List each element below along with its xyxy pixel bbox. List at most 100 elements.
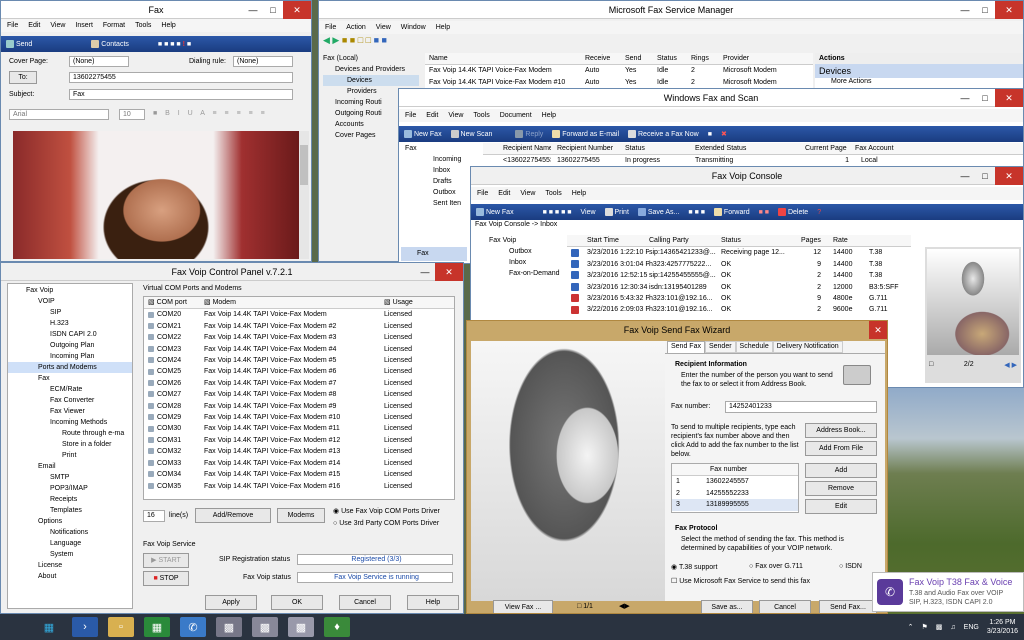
- tree-item[interactable]: Store in a folder: [8, 439, 132, 450]
- scanner-icon[interactable]: ▩: [216, 617, 242, 637]
- col-com-port[interactable]: ▧ COM port: [144, 297, 204, 308]
- menu-tools[interactable]: Tools: [545, 187, 561, 200]
- maximize-button[interactable]: □: [263, 1, 283, 19]
- tab-delivery-notification[interactable]: Delivery Notification: [772, 341, 843, 353]
- menu-help[interactable]: Help: [572, 187, 586, 200]
- port-row[interactable]: COM24 Fax Voip 14.4K TAPI Voice-Fax Modem…: [144, 355, 454, 366]
- maximize-button[interactable]: □: [975, 167, 995, 185]
- menu-action[interactable]: Action: [346, 21, 365, 34]
- col-status[interactable]: Status: [625, 143, 695, 154]
- minimize-button[interactable]: —: [955, 89, 975, 107]
- forward-button[interactable]: Forward: [713, 208, 750, 216]
- col-modem[interactable]: ▧ Modem: [204, 297, 384, 308]
- tree-item[interactable]: License: [8, 560, 132, 571]
- minimize-button[interactable]: —: [955, 1, 975, 19]
- radio-use-driver[interactable]: ◉ Use Fax Voip COM Ports Driver: [333, 507, 440, 515]
- col-start-time[interactable]: Start Time: [567, 235, 649, 246]
- col-calling-party[interactable]: Calling Party: [649, 235, 721, 246]
- language-indicator[interactable]: ENG: [964, 624, 979, 631]
- tree-item[interactable]: Incoming: [405, 154, 475, 165]
- col-extended-status[interactable]: Extended Status: [695, 143, 805, 154]
- delete-icon[interactable]: ✖: [721, 130, 727, 138]
- tree-item[interactable]: H.323: [8, 318, 132, 329]
- help-button[interactable]: Help: [407, 595, 459, 610]
- list-item[interactable]: 1 13602245557: [672, 476, 798, 487]
- notification-toast[interactable]: ✆ Fax Voip T38 Fax & Voice T.38 and Audi…: [872, 572, 1024, 612]
- port-row[interactable]: COM31 Fax Voip 14.4K TAPI Voice-Fax Modem…: [144, 435, 454, 446]
- tree-item[interactable]: Outgoing Plan: [8, 340, 132, 351]
- tree-item[interactable]: Fax Voip: [8, 285, 132, 296]
- minimize-button[interactable]: —: [955, 167, 975, 185]
- view-button[interactable]: View: [581, 209, 596, 216]
- radio-3rd-party-driver[interactable]: ○ Use 3rd Party COM Ports Driver: [333, 520, 439, 527]
- font-size-select[interactable]: 10: [119, 109, 145, 120]
- tray-up-icon[interactable]: ⌃: [908, 623, 914, 631]
- clock[interactable]: 1:26 PM 3/23/2016: [987, 618, 1018, 636]
- table-row[interactable]: 3/22/2016 2:09:03 PMh323:101@192.16...OK…: [567, 304, 911, 315]
- help-icon[interactable]: ?: [817, 209, 821, 216]
- cancel-button[interactable]: Cancel: [759, 600, 811, 613]
- col-protocol[interactable]: [869, 235, 909, 246]
- print-icon[interactable]: ■: [708, 131, 712, 138]
- col-status[interactable]: Status: [657, 53, 691, 64]
- close-button[interactable]: ✕: [995, 1, 1023, 19]
- vertical-scrollbar[interactable]: [299, 131, 309, 259]
- close-button[interactable]: ✕: [995, 89, 1023, 107]
- tree-item[interactable]: Route through e-ma: [8, 428, 132, 439]
- tree-item[interactable]: Notifications: [8, 527, 132, 538]
- menu-document[interactable]: Document: [500, 109, 532, 122]
- menu-file[interactable]: File: [325, 21, 336, 34]
- tab-send-fax[interactable]: Send Fax: [667, 341, 705, 353]
- tab-sender[interactable]: Sender: [704, 341, 736, 353]
- menu-view[interactable]: View: [520, 187, 535, 200]
- tree-item[interactable]: Print: [8, 450, 132, 461]
- minimize-button[interactable]: —: [243, 1, 263, 19]
- format-icons[interactable]: ■ B I U A ≡ ≡ ≡ ≡ ≡: [153, 110, 268, 117]
- menu-view[interactable]: View: [448, 109, 463, 122]
- tree-item[interactable]: Language: [8, 538, 132, 549]
- phone-icon[interactable]: ✆: [180, 617, 206, 637]
- send-fax-button[interactable]: Send Fax...: [819, 600, 877, 613]
- font-select[interactable]: Arial: [9, 109, 109, 120]
- menu-view[interactable]: View: [50, 19, 65, 32]
- tool-icons-3[interactable]: ■ ■: [759, 209, 769, 216]
- powershell-icon[interactable]: ›: [72, 617, 98, 637]
- col-current-page[interactable]: Current Page: [805, 143, 855, 154]
- menu-edit[interactable]: Edit: [426, 109, 438, 122]
- tree-item[interactable]: Incoming Methods: [8, 417, 132, 428]
- port-row[interactable]: COM34 Fax Voip 14.4K TAPI Voice-Fax Modem…: [144, 469, 454, 480]
- remove-button[interactable]: Remove: [805, 481, 877, 496]
- tree-item[interactable]: Sent Iten: [405, 198, 475, 209]
- reply-button[interactable]: Reply: [515, 130, 543, 138]
- port-row[interactable]: COM22 Fax Voip 14.4K TAPI Voice-Fax Modem…: [144, 332, 454, 343]
- tool-icons[interactable]: ■ ■ ■ ■ ■: [543, 209, 572, 216]
- minimize-button[interactable]: —: [415, 263, 435, 281]
- radio-t38[interactable]: ◉ T.38 support: [671, 563, 717, 571]
- table-row[interactable]: Fax Voip 14.4K TAPI Voice-Fax Modem Auto Y…: [425, 65, 813, 76]
- col-status[interactable]: Status: [721, 235, 795, 246]
- maximize-button[interactable]: □: [975, 1, 995, 19]
- view-fax-button[interactable]: View Fax ...: [493, 600, 553, 613]
- add-button[interactable]: Add: [805, 463, 877, 478]
- table-row[interactable]: 3/23/2016 3:01:04 PMh323:4257775222...OK…: [567, 259, 911, 270]
- col-recipient-name[interactable]: Recipient Name: [483, 143, 551, 154]
- port-row[interactable]: COM23 Fax Voip 14.4K TAPI Voice-Fax Modem…: [144, 344, 454, 355]
- send-button[interactable]: Send: [6, 40, 32, 48]
- fax-tab[interactable]: Fax: [401, 247, 467, 261]
- close-button[interactable]: ✕: [283, 1, 311, 19]
- menu-edit[interactable]: Edit: [498, 187, 510, 200]
- tree-item[interactable]: Outbox: [479, 246, 569, 257]
- delete-button[interactable]: Delete: [778, 208, 808, 216]
- col-name[interactable]: Name: [425, 53, 585, 64]
- tab-schedule[interactable]: Schedule: [735, 341, 773, 353]
- save-as-button[interactable]: Save as...: [701, 600, 753, 613]
- tree-item[interactable]: ISDN CAPI 2.0: [8, 329, 132, 340]
- tree-item[interactable]: Inbox: [479, 257, 569, 268]
- tool-icons-2[interactable]: ■ ■ ■: [688, 209, 705, 216]
- tree-item[interactable]: Outbox: [405, 187, 475, 198]
- table-row[interactable]: Fax Voip 14.4K TAPI Voice-Fax Modem #10 A…: [425, 77, 813, 88]
- tree-item[interactable]: Templates: [8, 505, 132, 516]
- maximize-button[interactable]: □: [975, 89, 995, 107]
- fax-number-input[interactable]: 14252401233: [725, 401, 877, 413]
- col-recipient-number[interactable]: Recipient Number: [551, 143, 625, 154]
